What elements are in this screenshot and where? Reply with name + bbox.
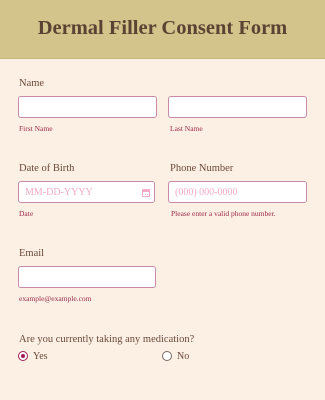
first-name-sublabel: First Name xyxy=(19,124,53,133)
medication-question: Are you currently taking any medication? xyxy=(19,334,195,345)
medication-no-label[interactable]: No xyxy=(177,351,189,362)
medication-yes-radio[interactable] xyxy=(18,351,28,361)
calendar-icon[interactable] xyxy=(142,189,150,197)
dob-label: Date of Birth xyxy=(19,163,75,174)
phone-label: Phone Number xyxy=(170,163,234,174)
phone-input[interactable] xyxy=(168,181,307,203)
phone-sublabel: Please enter a valid phone number. xyxy=(171,209,276,218)
first-name-input[interactable] xyxy=(18,96,157,118)
email-input[interactable] xyxy=(18,266,156,288)
email-sublabel: example@example.com xyxy=(19,294,92,303)
medication-no-radio[interactable] xyxy=(162,351,172,361)
form-header: Dermal Filler Consent Form xyxy=(0,0,325,59)
form-title: Dermal Filler Consent Form xyxy=(37,17,288,39)
last-name-sublabel: Last Name xyxy=(170,124,203,133)
email-label: Email xyxy=(19,248,45,259)
name-label: Name xyxy=(19,78,45,89)
last-name-input[interactable] xyxy=(168,96,307,118)
dob-sublabel: Date xyxy=(19,209,34,218)
dob-input[interactable] xyxy=(18,181,155,203)
medication-yes-label[interactable]: Yes xyxy=(33,351,48,362)
